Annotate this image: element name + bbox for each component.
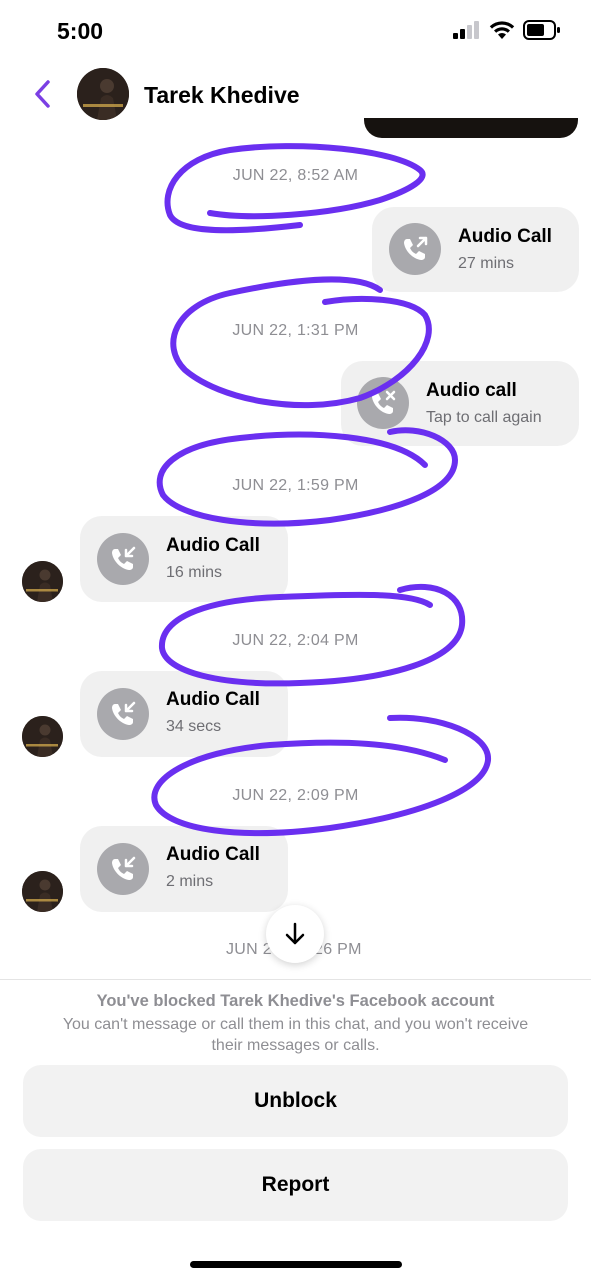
scroll-to-bottom-button[interactable] [266, 905, 324, 963]
call-bubble[interactable]: Audio Call 2 mins [80, 826, 288, 912]
avatar[interactable] [22, 871, 63, 912]
report-button[interactable]: Report [23, 1149, 568, 1221]
missed-call-icon [357, 377, 409, 429]
back-button[interactable] [28, 76, 56, 112]
avatar[interactable] [22, 716, 63, 757]
arrow-down-icon [285, 922, 305, 945]
incoming-call-icon [97, 533, 149, 585]
incoming-call-icon [97, 843, 149, 895]
call-duration: 34 secs [166, 718, 222, 735]
call-title: Audio call [426, 380, 517, 401]
status-bar: 5:00 [0, 0, 591, 62]
partial-timestamp-left: JUN 2 [226, 941, 272, 958]
home-indicator[interactable] [190, 1261, 402, 1268]
call-duration: 16 mins [166, 564, 223, 581]
battery-icon [523, 20, 560, 40]
call-duration: 27 mins [458, 255, 515, 272]
call-again-hint: Tap to call again [426, 409, 542, 426]
call-title: Audio Call [166, 844, 260, 865]
outgoing-call-icon [389, 223, 441, 275]
call-bubble[interactable]: Audio Call 34 secs [80, 671, 288, 757]
status-time: 5:00 [57, 18, 104, 44]
message-timestamp: JUN 22, 2:09 PM [232, 787, 359, 804]
contact-avatar[interactable] [77, 68, 129, 120]
call-title: Audio Call [166, 535, 260, 556]
message-timestamp: JUN 22, 1:31 PM [232, 322, 359, 339]
call-title: Audio Call [166, 689, 260, 710]
blocked-title: You've blocked Tarek Khedive's Facebook … [96, 992, 495, 1010]
signal-icon [453, 21, 479, 39]
message-timestamp: JUN 22, 8:52 AM [232, 167, 359, 184]
contact-name[interactable]: Tarek Khedive [144, 82, 300, 109]
chevron-left-icon [35, 80, 50, 108]
message-timestamp: JUN 22, 2:04 PM [232, 632, 359, 649]
previous-media-thumbnail[interactable] [364, 118, 578, 138]
call-bubble[interactable]: Audio call Tap to call again [341, 361, 579, 446]
wifi-icon [489, 21, 515, 39]
call-bubble[interactable]: Audio Call 27 mins [372, 207, 579, 292]
avatar[interactable] [22, 561, 63, 602]
blocked-description: You can't message or call them in this c… [62, 1016, 529, 1054]
status-icons [453, 20, 561, 40]
call-title: Audio Call [458, 226, 552, 247]
blocked-panel: You've blocked Tarek Khedive's Facebook … [0, 979, 591, 1280]
call-bubble[interactable]: Audio Call 16 mins [80, 516, 288, 602]
incoming-call-icon [97, 688, 149, 740]
message-timestamp: JUN 22, 1:59 PM [232, 477, 359, 494]
call-duration: 2 mins [166, 873, 214, 890]
unblock-button[interactable]: Unblock [23, 1065, 568, 1137]
